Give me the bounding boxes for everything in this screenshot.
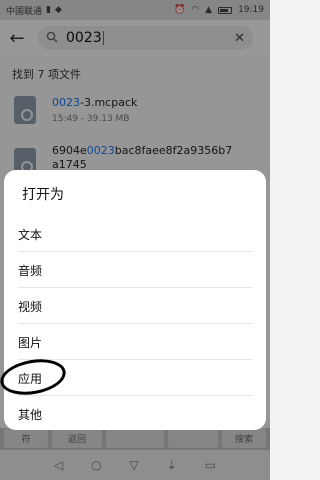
option-other[interactable]: 其他 — [4, 396, 266, 430]
option-label: 视频 — [18, 299, 43, 314]
option-video[interactable]: 视频 — [4, 288, 266, 324]
option-label: 音频 — [18, 263, 43, 278]
option-app[interactable]: 应用 — [4, 360, 266, 396]
option-label: 文本 — [18, 227, 43, 242]
option-label: 图片 — [18, 335, 43, 350]
option-image[interactable]: 图片 — [4, 324, 266, 360]
option-label: 其他 — [18, 407, 43, 422]
dialog-title: 打开为 — [22, 187, 64, 203]
option-text[interactable]: 文本 — [4, 216, 266, 252]
option-label: 应用 — [18, 371, 43, 386]
open-as-dialog: 打开为 文本 音频 视频 图片 应用 其他 — [4, 170, 266, 430]
option-audio[interactable]: 音频 — [4, 252, 266, 288]
